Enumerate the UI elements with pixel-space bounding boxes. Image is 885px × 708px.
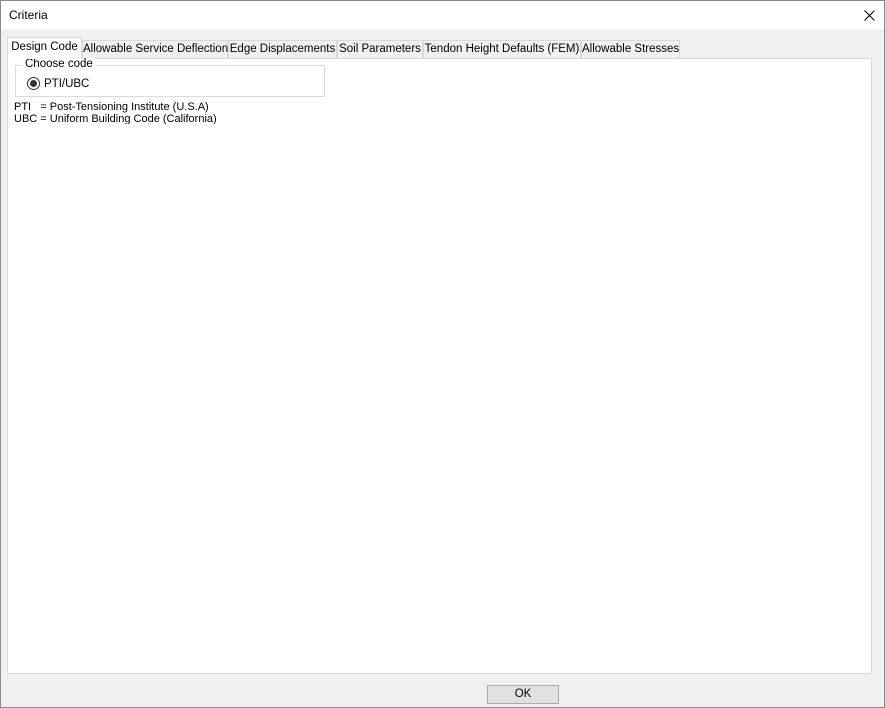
tab-allowable-stresses[interactable]: Allowable Stresses — [581, 40, 680, 58]
tab-soil-parameters[interactable]: Soil Parameters — [337, 40, 423, 58]
radio-selected-icon[interactable] — [27, 77, 40, 90]
pti-ubc-label: PTI/UBC — [44, 77, 90, 90]
design-code-panel: Choose code PTI/UBC PTI = Post-Tensionin… — [7, 58, 872, 674]
criteria-dialog: Criteria Design Code Allowable Service D… — [0, 0, 885, 708]
tab-allowable-service-deflection[interactable]: Allowable Service Deflection — [82, 40, 228, 58]
close-icon — [863, 9, 875, 21]
tab-design-code[interactable]: Design Code — [7, 37, 82, 59]
ok-button[interactable]: OK — [487, 685, 559, 704]
choose-code-group: Choose code PTI/UBC — [15, 58, 325, 97]
tab-tendon-height-defaults[interactable]: Tendon Height Defaults (FEM) — [423, 40, 581, 58]
tab-edge-displacements[interactable]: Edge Displacements — [228, 40, 337, 58]
title-bar: Criteria — [1, 1, 884, 29]
close-button[interactable] — [854, 1, 884, 29]
ubc-definition: UBC = Uniform Building Code (California) — [14, 113, 217, 124]
window-title: Criteria — [9, 8, 48, 22]
choose-code-label: Choose code — [23, 58, 95, 70]
pti-ubc-option[interactable]: PTI/UBC — [27, 77, 89, 90]
